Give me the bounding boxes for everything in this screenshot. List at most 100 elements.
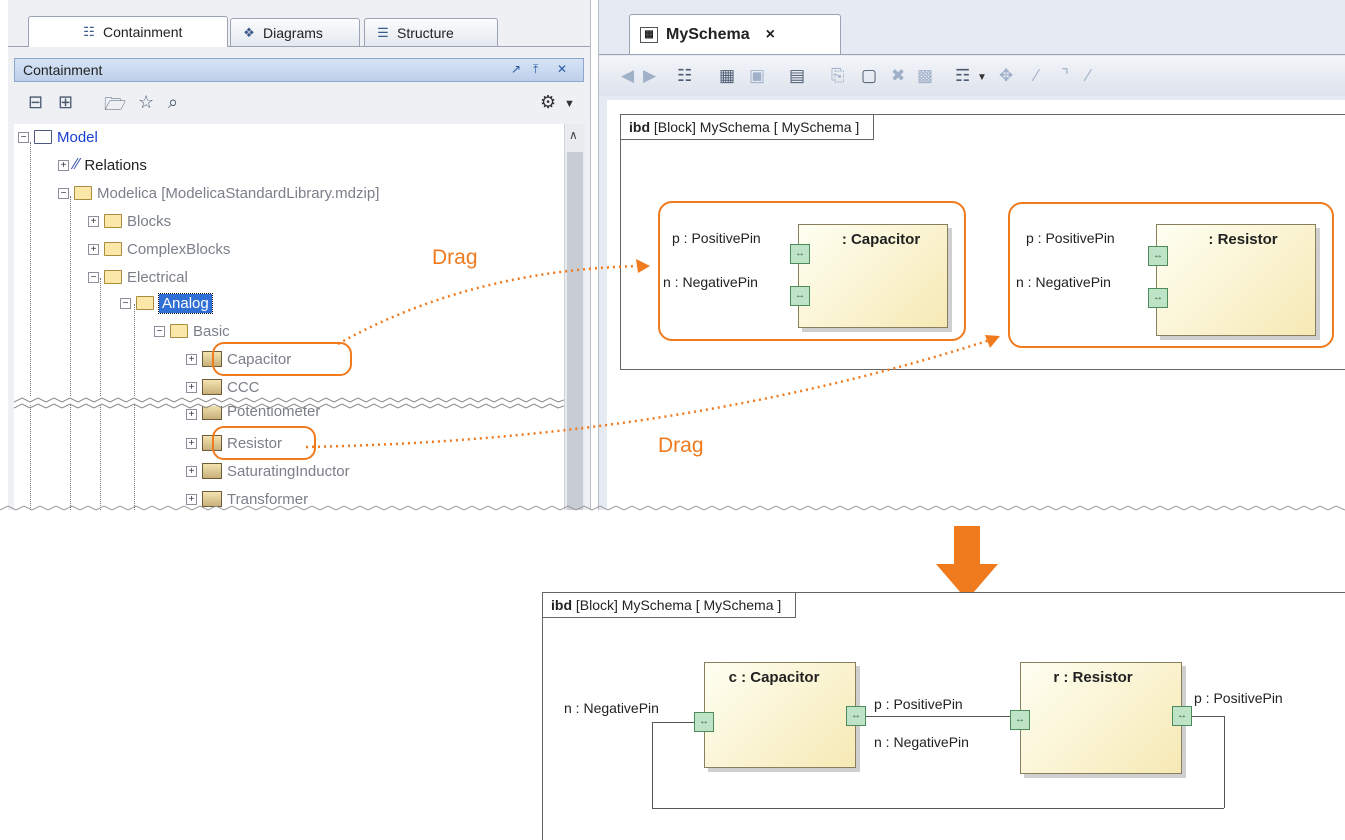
tree-item-analog[interactable]: − Analog xyxy=(120,290,213,316)
expand-icon[interactable]: + xyxy=(186,437,197,449)
layout-icon[interactable]: ▣ xyxy=(749,66,765,86)
collapse-icon[interactable]: − xyxy=(88,271,99,283)
connector-loop[interactable] xyxy=(1192,716,1224,717)
tree-item-modelica[interactable]: − Modelica [ModelicaStandardLibrary.mdzi… xyxy=(58,180,379,206)
frame-title-text: [Block] MySchema [ MySchema ] xyxy=(575,597,782,613)
tab-label: Diagrams xyxy=(263,24,323,41)
resistor-part[interactable]: r : Resistor xyxy=(1020,662,1182,774)
tree-item-label: Basic xyxy=(193,322,230,340)
panel-title: Containment xyxy=(23,62,103,78)
pin-icon[interactable]: ⤒ xyxy=(533,62,538,77)
chevron-down-icon[interactable]: ▼ xyxy=(564,98,575,110)
tree-item-model[interactable]: − Model xyxy=(18,124,98,150)
close-tab-icon[interactable]: × xyxy=(766,26,775,44)
panel-title-bar: Containment ↗ ⤒ ✕ xyxy=(14,58,584,82)
back-icon[interactable]: ◀ xyxy=(621,66,634,86)
chevron-down-icon[interactable]: ▼ xyxy=(977,72,987,83)
positive-pin-port[interactable]: ↔ xyxy=(846,706,866,726)
negative-pin-port[interactable]: ↔ xyxy=(790,286,810,306)
part-name: r : Resistor xyxy=(1053,669,1133,686)
tree-item-label: ComplexBlocks xyxy=(127,240,231,258)
table-icon[interactable]: ▦ xyxy=(719,66,735,86)
star-icon[interactable]: ☆ xyxy=(138,92,154,113)
tree-scrollbar[interactable]: ∧ xyxy=(564,124,585,510)
collapse-all-icon[interactable]: ⊟ xyxy=(28,92,43,113)
negative-pin-port[interactable]: ↔ xyxy=(1148,288,1168,308)
port-label: n : NegativePin xyxy=(663,274,758,290)
search-icon[interactable]: ⌕ xyxy=(168,92,178,113)
connector-loop[interactable] xyxy=(652,722,694,723)
folder-icon xyxy=(104,242,122,256)
connector-loop[interactable] xyxy=(1224,716,1225,808)
expand-icon[interactable]: + xyxy=(186,465,197,477)
tab-structure[interactable]: ☰ Structure xyxy=(364,18,498,46)
collapse-icon[interactable]: − xyxy=(120,297,131,309)
path-icon[interactable]: ✥ xyxy=(999,66,1013,86)
hierarchy-icon[interactable]: ☶ xyxy=(955,66,970,86)
forward-icon[interactable]: ▶ xyxy=(643,66,656,86)
tree-item-basic[interactable]: − Basic xyxy=(154,318,230,344)
expand-icon[interactable]: + xyxy=(186,353,197,365)
positive-pin-port[interactable]: ↔ xyxy=(1172,706,1192,726)
expand-icon[interactable]: + xyxy=(88,215,99,227)
negative-pin-port[interactable]: ↔ xyxy=(1010,710,1030,730)
tree-item-relations[interactable]: + ∕∕ Relations xyxy=(58,152,147,178)
oblique-icon[interactable]: ∕ xyxy=(1087,66,1090,86)
torn-edge xyxy=(0,505,1345,520)
resistor-part[interactable]: : Resistor xyxy=(1156,224,1316,336)
frame-title-text: [Block] MySchema [ MySchema ] xyxy=(653,119,860,135)
negative-pin-port[interactable]: ↔ xyxy=(694,712,714,732)
collapse-icon[interactable]: − xyxy=(58,187,69,199)
tree-item-saturatinginductor[interactable]: + SaturatingInductor xyxy=(186,458,350,484)
copy-icon[interactable]: ⎘ xyxy=(831,66,845,86)
part-name: : Capacitor xyxy=(841,231,921,248)
folder-icon xyxy=(104,214,122,228)
scroll-up-icon[interactable]: ∧ xyxy=(569,128,578,142)
delete-icon[interactable]: ✖ xyxy=(891,66,905,86)
expand-icon[interactable]: + xyxy=(58,159,69,171)
containment-icon[interactable]: ☷ xyxy=(677,66,692,86)
capacitor-part[interactable]: : Capacitor xyxy=(798,224,948,328)
restore-icon[interactable]: ↗ xyxy=(511,62,521,76)
positive-pin-port[interactable]: ↔ xyxy=(1148,246,1168,266)
containment-icon: ☷ xyxy=(83,24,95,39)
expand-icon[interactable]: + xyxy=(88,243,99,255)
editor-toolbar: ◀ ▶ ☷ ▦ ▣ ▤ ⎘ ▢ ✖ ▩ ☶ ▼ ✥ ∕ ⌝ ∕ xyxy=(599,56,1345,96)
scrollbar-thumb[interactable] xyxy=(567,152,583,510)
positive-pin-port[interactable]: ↔ xyxy=(790,244,810,264)
tree-item-label: Modelica [ModelicaStandardLibrary.mdzip] xyxy=(97,184,380,202)
tab-label: MySchema xyxy=(666,25,750,43)
folder-icon xyxy=(104,270,122,284)
tree-item-electrical[interactable]: − Electrical xyxy=(88,264,188,290)
containment-panel: ☷ Containment ❖ Diagrams ☰ Structure Con… xyxy=(8,0,591,512)
connector-p-n[interactable] xyxy=(866,716,1012,717)
collapse-icon[interactable]: − xyxy=(18,131,29,143)
drag-label: Drag xyxy=(658,434,704,457)
tab-label: Containment xyxy=(103,24,183,40)
connector-loop[interactable] xyxy=(652,808,1224,809)
display-icon[interactable]: ▤ xyxy=(789,66,805,86)
tab-myschema[interactable]: ▦ MySchema × xyxy=(629,14,841,54)
port-label: n : NegativePin xyxy=(874,734,969,750)
tab-containment[interactable]: ☷ Containment xyxy=(28,16,228,47)
clipboard-icon[interactable]: ▢ xyxy=(861,66,877,86)
result-arrow-icon xyxy=(936,526,998,600)
diagram-icon: ▦ xyxy=(640,26,658,43)
close-icon[interactable]: ✕ xyxy=(557,62,567,76)
tree-item-blocks[interactable]: + Blocks xyxy=(88,208,171,234)
model-icon xyxy=(34,130,52,144)
block-icon xyxy=(202,463,222,479)
tree-item-complexblocks[interactable]: + ComplexBlocks xyxy=(88,236,230,262)
rectilinear-icon[interactable]: ⌝ xyxy=(1061,66,1069,86)
port-label: n : NegativePin xyxy=(564,700,659,716)
gear-icon[interactable]: ⚙ xyxy=(540,92,556,113)
capacitor-part[interactable]: c : Capacitor xyxy=(704,662,856,768)
expand-all-icon[interactable]: ⊞ xyxy=(58,92,73,113)
line-icon[interactable]: ∕ xyxy=(1035,66,1038,86)
open-folder-icon[interactable]: 🗁 xyxy=(104,92,126,122)
connector-loop[interactable] xyxy=(652,722,653,808)
expand-icon[interactable]: + xyxy=(186,381,197,393)
collapse-icon[interactable]: − xyxy=(154,325,165,337)
stack-icon[interactable]: ▩ xyxy=(917,66,933,86)
tab-diagrams[interactable]: ❖ Diagrams xyxy=(230,18,360,46)
